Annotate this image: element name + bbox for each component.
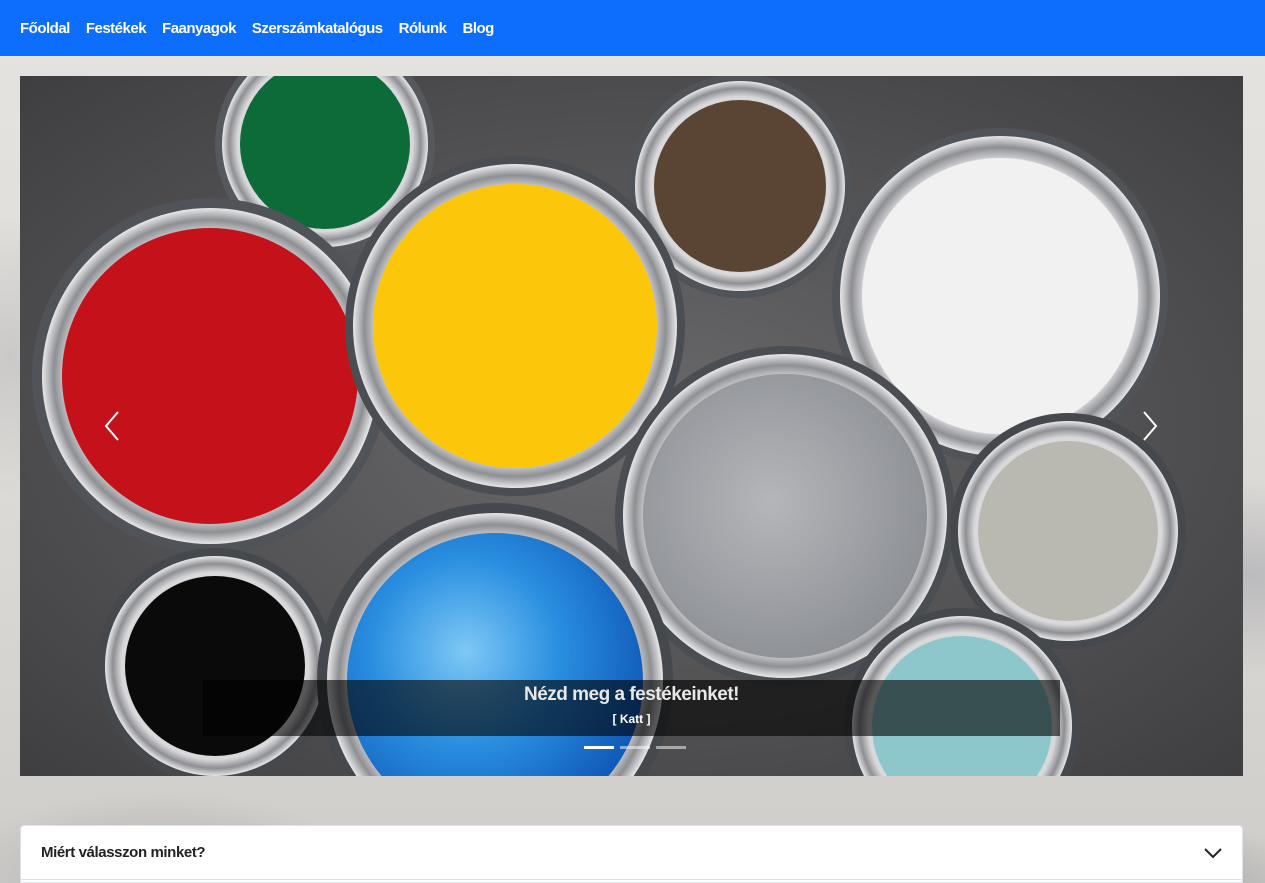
carousel-caption: Nézd meg a festékeinket! [ Katt ] [203,680,1060,736]
top-navbar: Főoldal Festékek Faanyagok Szerszámkatal… [0,0,1265,56]
nav-item-festekek[interactable]: Festékek [86,20,147,37]
chevron-down-icon [1204,847,1222,858]
carousel-indicator-3[interactable] [656,746,686,749]
nav-item-fooldal[interactable]: Főoldal [20,20,70,37]
chevron-left-icon [104,411,119,441]
image-carousel: Nézd meg a festékeinket! [ Katt ] [20,76,1243,776]
nav-item-faanyagok[interactable]: Faanyagok [162,20,236,37]
chevron-right-icon [1143,411,1158,441]
accordion-title: Miért válasszon minket? [41,844,206,861]
paint-cans-image [20,76,1243,776]
nav-item-blog[interactable]: Blog [463,20,495,37]
caption-title: Nézd meg a festékeinket! [523,684,740,705]
carousel-indicator-2[interactable] [620,746,650,749]
carousel-indicator-1[interactable] [584,746,614,749]
caption-link[interactable]: [ Katt ] [613,712,651,726]
carousel-next-button[interactable] [1130,406,1170,446]
carousel-indicators [581,746,689,749]
carousel-prev-button[interactable] [92,406,132,446]
nav-item-rolunk[interactable]: Rólunk [399,20,447,37]
accordion-toggle-button[interactable]: Miért válasszon minket? [21,826,1242,880]
why-us-accordion: Miért válasszon minket? [20,825,1243,883]
nav-item-szerszamkatalogus[interactable]: Szerszámkatalógus [252,20,383,37]
